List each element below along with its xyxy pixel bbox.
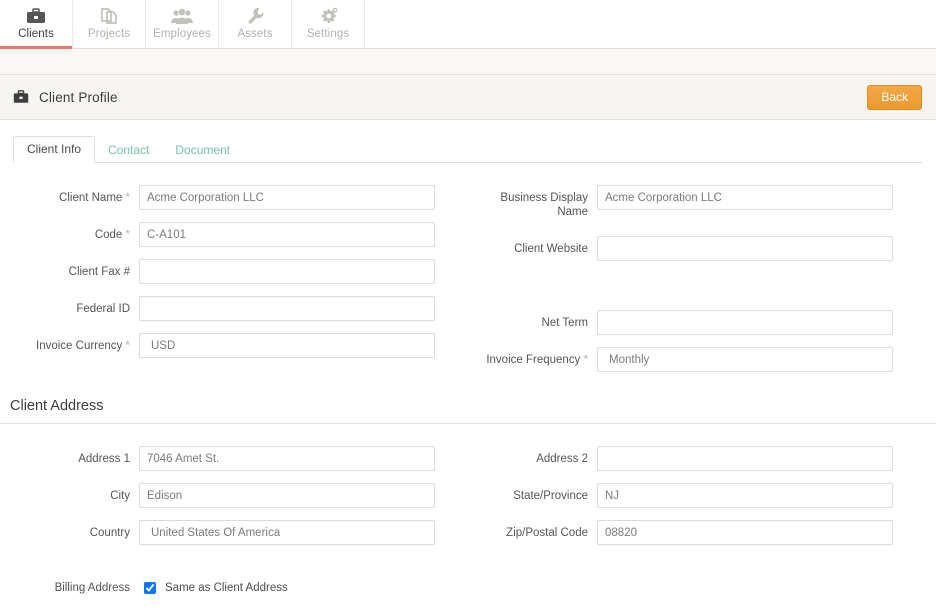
client-address-form: Address 1 City Country Address 2 State/P… bbox=[0, 424, 936, 594]
field-business-display-name: Business Display Name bbox=[468, 185, 926, 236]
field-zip-postal-code: Zip/Postal Code bbox=[468, 520, 926, 557]
documents-icon bbox=[99, 7, 119, 26]
label-zip-postal-code: Zip/Postal Code bbox=[506, 527, 588, 539]
right-column-spacer bbox=[468, 273, 926, 310]
input-invoice-frequency[interactable] bbox=[597, 347, 893, 372]
label-same-as-client-address: Same as Client Address bbox=[165, 582, 288, 594]
field-net-term: Net Term bbox=[468, 310, 926, 347]
tab-document[interactable]: Document bbox=[162, 138, 243, 163]
label-address-2: Address 2 bbox=[536, 453, 588, 465]
tab-contact[interactable]: Contact bbox=[95, 138, 162, 163]
nav-label-projects: Projects bbox=[87, 27, 131, 40]
input-state-province[interactable] bbox=[597, 483, 893, 508]
page-title: Client Profile bbox=[39, 89, 118, 105]
nav-label-clients: Clients bbox=[18, 27, 54, 40]
client-info-left-column: Client Name * Code * Client Fax # Federa… bbox=[10, 185, 468, 384]
checkbox-same-as-client-address[interactable] bbox=[144, 582, 156, 594]
required-asterisk: * bbox=[125, 229, 130, 241]
label-federal-id: Federal ID bbox=[76, 303, 130, 315]
field-address-1: Address 1 bbox=[10, 446, 468, 483]
label-text: Client Name bbox=[59, 192, 123, 204]
required-asterisk: * bbox=[125, 192, 130, 204]
page-header-bar: Client Profile Back bbox=[0, 75, 936, 120]
nav-filler bbox=[365, 0, 936, 48]
input-country[interactable] bbox=[139, 520, 435, 545]
client-info-form: Client Name * Code * Client Fax # Federa… bbox=[0, 163, 936, 384]
client-address-grid: Address 1 City Country Address 2 State/P… bbox=[10, 424, 926, 557]
client-address-heading: Client Address bbox=[0, 398, 936, 424]
input-address-1[interactable] bbox=[139, 446, 435, 471]
field-address-2: Address 2 bbox=[468, 446, 926, 483]
field-client-fax: Client Fax # bbox=[10, 259, 468, 296]
client-address-right-column: Address 2 State/Province Zip/Postal Code bbox=[468, 446, 926, 557]
label-invoice-frequency: Invoice Frequency * bbox=[468, 347, 588, 367]
wrench-icon bbox=[246, 7, 265, 26]
input-client-fax[interactable] bbox=[139, 259, 435, 284]
required-asterisk: * bbox=[583, 354, 588, 366]
field-code: Code * bbox=[10, 222, 468, 259]
client-info-grid: Client Name * Code * Client Fax # Federa… bbox=[10, 163, 926, 384]
main-navigation: Clients Projects Employees Assets Settin… bbox=[0, 0, 936, 49]
input-business-display-name[interactable] bbox=[597, 185, 893, 210]
gears-icon bbox=[318, 7, 339, 26]
client-info-right-column: Business Display Name Client Website Net… bbox=[468, 185, 926, 384]
nav-label-employees: Employees bbox=[153, 27, 211, 40]
nav-item-settings[interactable]: Settings bbox=[292, 0, 365, 48]
input-federal-id[interactable] bbox=[139, 296, 435, 321]
input-address-2[interactable] bbox=[597, 446, 893, 471]
field-invoice-currency: Invoice Currency * bbox=[10, 333, 468, 370]
label-state-province: State/Province bbox=[513, 490, 588, 502]
field-country: Country bbox=[10, 520, 468, 557]
field-state-province: State/Province bbox=[468, 483, 926, 520]
input-code[interactable] bbox=[139, 222, 435, 247]
label-text: Invoice Frequency bbox=[486, 354, 581, 366]
label-city: City bbox=[110, 490, 130, 502]
billing-address-row: Billing Address Same as Client Address bbox=[10, 557, 926, 594]
label-text: Code bbox=[94, 229, 123, 241]
required-asterisk: * bbox=[125, 340, 130, 352]
nav-item-clients[interactable]: Clients bbox=[0, 0, 73, 49]
field-invoice-frequency: Invoice Frequency * bbox=[468, 347, 926, 384]
people-group-icon bbox=[171, 7, 193, 26]
field-client-name: Client Name * bbox=[10, 185, 468, 222]
label-net-term: Net Term bbox=[541, 317, 588, 329]
nav-label-settings: Settings bbox=[306, 27, 350, 40]
briefcase-icon bbox=[13, 90, 29, 104]
client-address-left-column: Address 1 City Country bbox=[10, 446, 468, 557]
tabs-container: Client Info Contact Document bbox=[0, 120, 936, 163]
label-code: Code * bbox=[10, 222, 130, 242]
label-client-name: Client Name * bbox=[10, 185, 130, 205]
back-button[interactable]: Back bbox=[867, 84, 922, 110]
input-zip-postal-code[interactable] bbox=[597, 520, 893, 545]
tab-strip: Client Info Contact Document bbox=[13, 134, 922, 163]
input-city[interactable] bbox=[139, 483, 435, 508]
nav-item-employees[interactable]: Employees bbox=[146, 0, 219, 48]
label-business-display-name: Business Display Name bbox=[500, 192, 588, 219]
field-client-website: Client Website bbox=[468, 236, 926, 273]
field-city: City bbox=[10, 483, 468, 520]
label-client-fax: Client Fax # bbox=[68, 266, 130, 278]
input-net-term[interactable] bbox=[597, 310, 893, 335]
input-invoice-currency[interactable] bbox=[139, 333, 435, 358]
label-country: Country bbox=[89, 527, 130, 539]
nav-item-assets[interactable]: Assets bbox=[219, 0, 292, 48]
label-billing-address: Billing Address bbox=[54, 582, 130, 594]
field-federal-id: Federal ID bbox=[10, 296, 468, 333]
nav-item-projects[interactable]: Projects bbox=[73, 0, 146, 48]
label-invoice-currency: Invoice Currency * bbox=[10, 333, 130, 353]
nav-label-assets: Assets bbox=[237, 27, 273, 40]
nav-gap-strip bbox=[0, 49, 936, 75]
label-client-website: Client Website bbox=[514, 243, 588, 255]
input-client-name[interactable] bbox=[139, 185, 435, 210]
label-address-1: Address 1 bbox=[78, 453, 130, 465]
briefcase-icon bbox=[26, 7, 46, 26]
tab-client-info[interactable]: Client Info bbox=[13, 136, 96, 163]
input-client-website[interactable] bbox=[597, 236, 893, 261]
label-text: Invoice Currency bbox=[36, 340, 123, 352]
